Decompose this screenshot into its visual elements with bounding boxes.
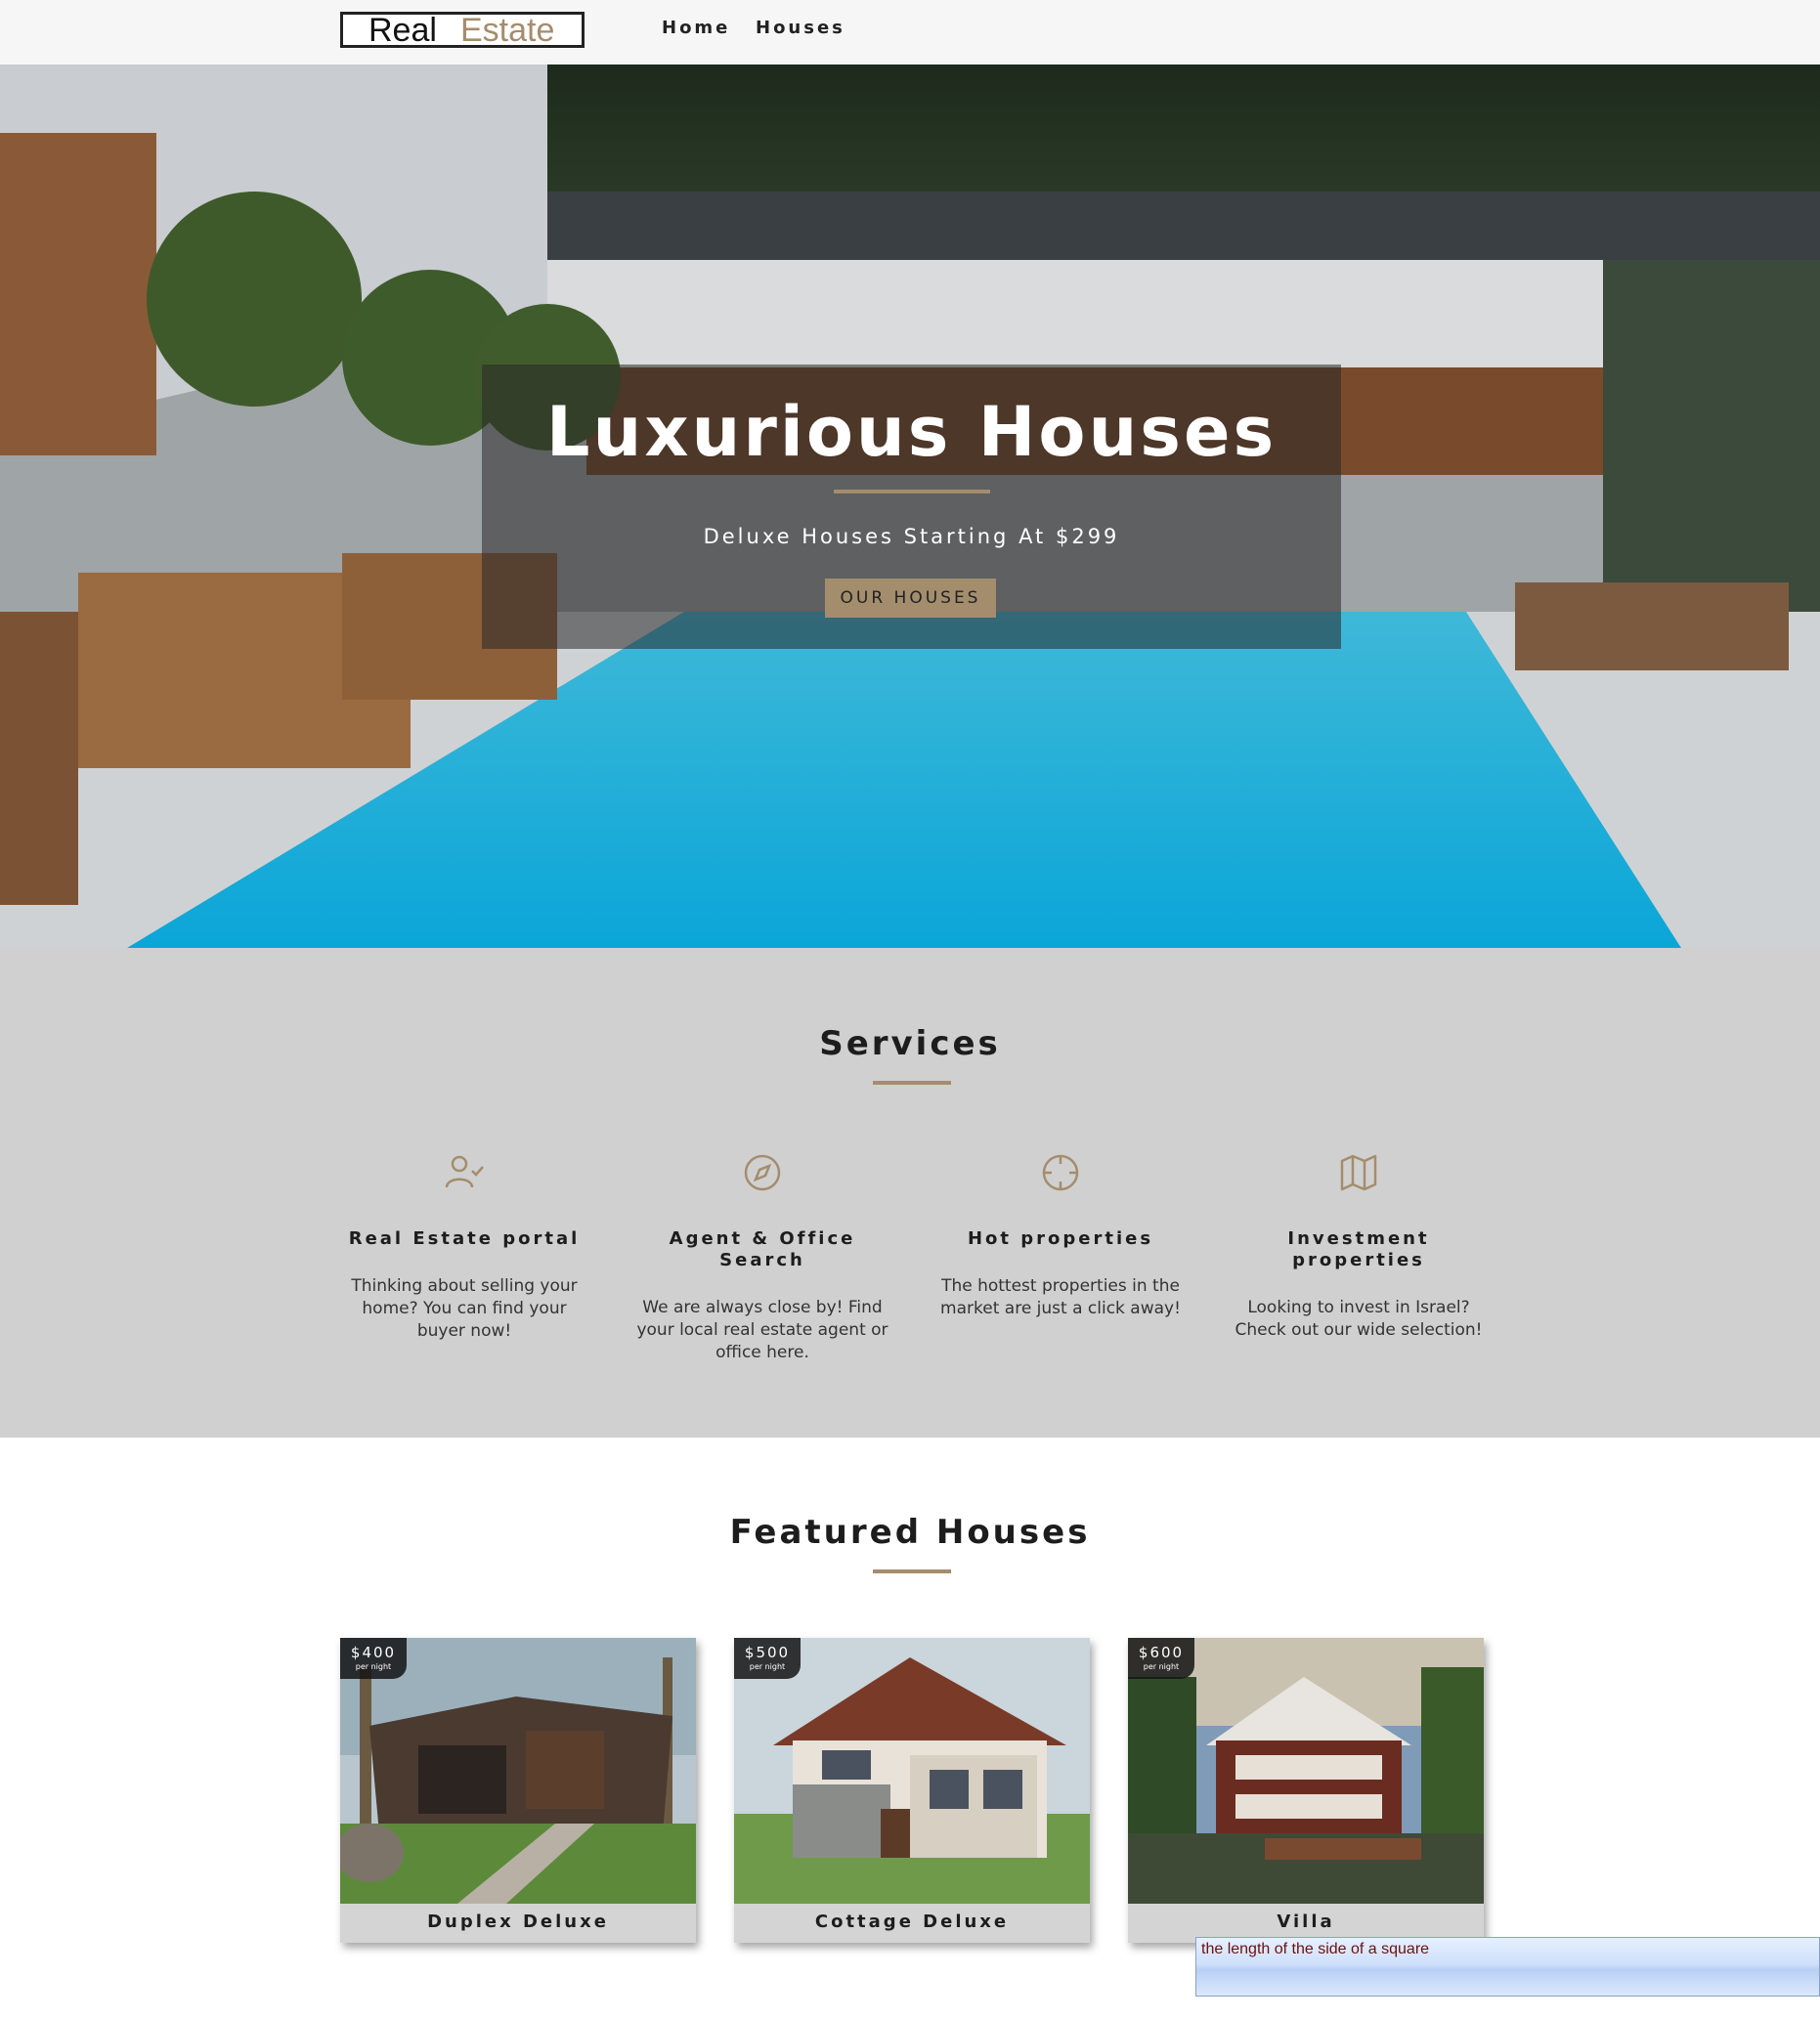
house-card-villa[interactable]: $600 per night Villa <box>1128 1638 1484 1943</box>
house-card-cottage[interactable]: $500 per night Cottage Deluxe <box>734 1638 1090 1943</box>
service-text: We are always close by! Find your local … <box>636 1298 888 1362</box>
house-name: Cottage Deluxe <box>814 1912 1010 1932</box>
map-icon <box>1340 1154 1377 1191</box>
service-title: Agent & Office Search <box>669 1228 856 1270</box>
house-name: Duplex Deluxe <box>427 1912 609 1932</box>
price-unit: per night <box>355 1662 392 1671</box>
compass-icon <box>744 1154 781 1191</box>
nav-link-houses[interactable]: Houses <box>756 18 845 38</box>
our-houses-button[interactable]: OUR HOUSES <box>825 579 996 618</box>
price-amount: $400 <box>350 1644 397 1661</box>
hero-banner: Luxurious Houses Deluxe Houses Starting … <box>0 64 1820 948</box>
service-title: Real Estate portal <box>348 1228 581 1249</box>
hero-title: Luxurious Houses <box>545 392 1278 472</box>
site-logo[interactable]: Real Estate <box>340 12 585 48</box>
price-unit: per night <box>1143 1662 1180 1671</box>
top-navbar: Real Estate Home Houses <box>0 0 1820 64</box>
service-title: Hot properties <box>967 1228 1154 1249</box>
hero-overlay-box: Luxurious Houses Deluxe Houses Starting … <box>482 365 1341 649</box>
service-text: The hottest properties in the market are… <box>940 1276 1181 1318</box>
logo-text-real: Real <box>368 12 437 49</box>
featured-title: Featured Houses <box>729 1513 1091 1552</box>
nav-link-home[interactable]: Home <box>662 18 730 38</box>
service-text: Thinking about selling your home? You ca… <box>351 1276 578 1341</box>
price-badge: $500 per night <box>734 1638 801 1679</box>
hero-divider <box>834 490 990 494</box>
hero-subtitle: Deluxe Houses Starting At $299 <box>703 525 1120 548</box>
services-title: Services <box>819 1024 1001 1063</box>
user-check-icon <box>445 1155 484 1188</box>
price-amount: $500 <box>744 1644 791 1661</box>
price-badge: $600 per night <box>1128 1638 1194 1679</box>
price-unit: per night <box>749 1662 786 1671</box>
featured-divider <box>873 1569 951 1573</box>
logo-text-estate: Estate <box>460 12 555 49</box>
tooltip-popup: the length of the side of a square <box>1195 1937 1820 1997</box>
house-name: Villa <box>1277 1912 1335 1932</box>
house-card-duplex[interactable]: $400 per night Duplex Deluxe <box>340 1638 696 1943</box>
crosshair-icon <box>1042 1154 1079 1191</box>
price-amount: $600 <box>1138 1644 1185 1661</box>
services-divider <box>873 1081 951 1085</box>
services-section: Services Real Estate portal Thinking abo… <box>0 948 1820 1438</box>
tooltip-text: the length of the side of a square <box>1201 1941 1430 1957</box>
service-title: Investment properties <box>1287 1228 1430 1270</box>
service-text: Looking to invest in Israel? Check out o… <box>1235 1298 1483 1340</box>
price-badge: $400 per night <box>340 1638 407 1679</box>
